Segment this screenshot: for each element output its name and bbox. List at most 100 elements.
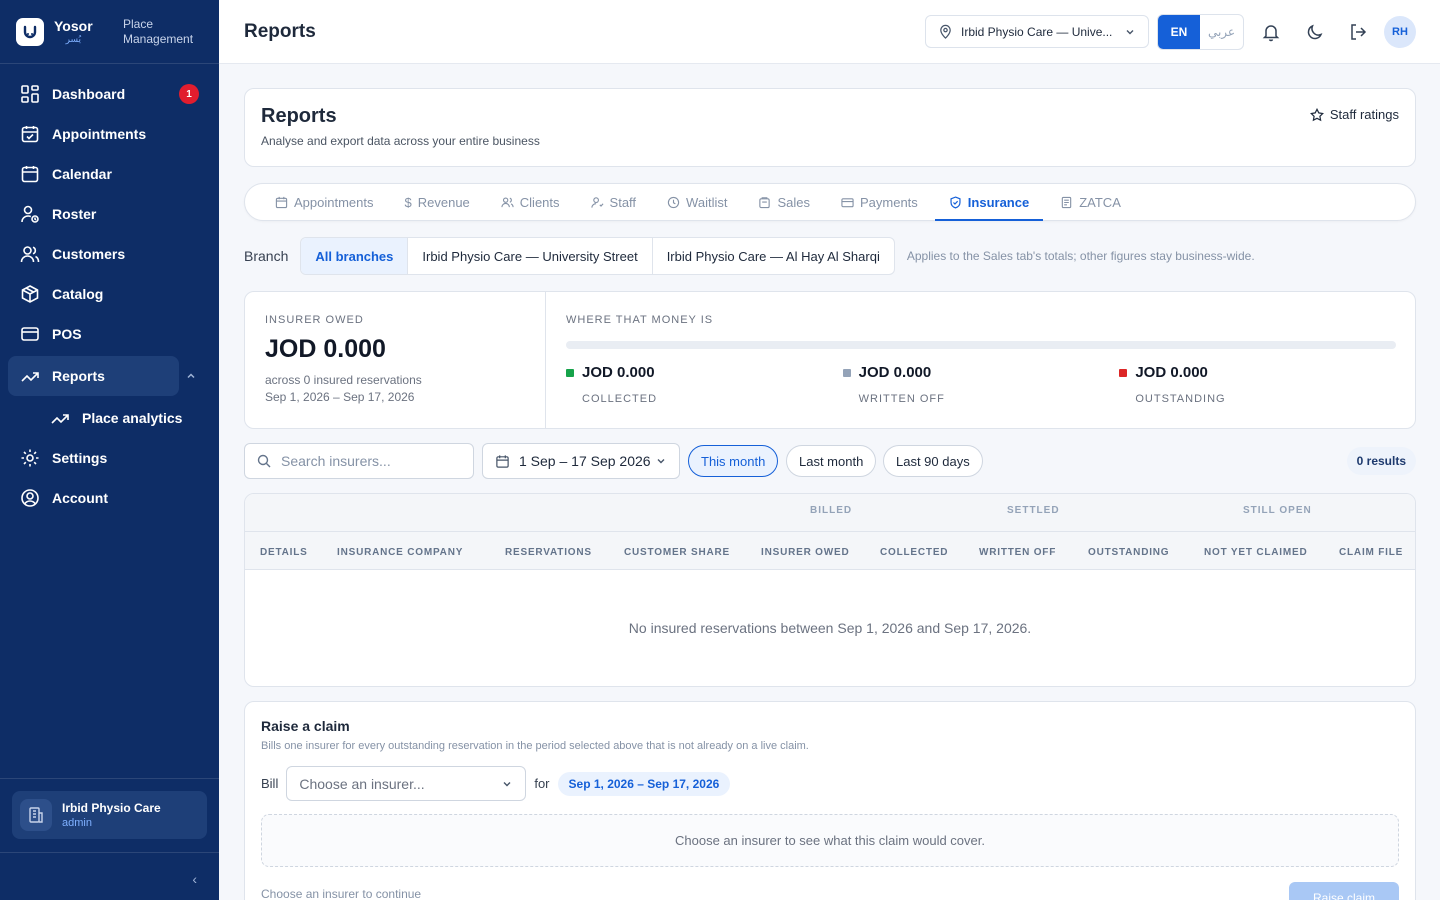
tab-zatca[interactable]: ZATCA xyxy=(1060,184,1121,220)
preset-last-month[interactable]: Last month xyxy=(786,445,877,477)
user-clock-icon xyxy=(21,205,39,223)
tab-label: Staff xyxy=(609,194,637,210)
bill-label: Bill xyxy=(261,776,279,791)
sidebar-item-customers[interactable]: Customers xyxy=(0,234,219,274)
preset-this-month[interactable]: This month xyxy=(688,445,779,477)
claim-form-row: Bill Choose an insurer... for Sep 1, 202… xyxy=(261,766,1399,801)
brand-name-ar: يُسر xyxy=(65,34,82,44)
tab-waitlist[interactable]: Waitlist xyxy=(667,184,727,220)
sidebar-item-roster[interactable]: Roster xyxy=(0,194,219,234)
tab-revenue[interactable]: $ Revenue xyxy=(405,184,470,220)
moon-icon[interactable] xyxy=(1305,22,1325,42)
tab-label: Appointments xyxy=(294,194,374,210)
insurer-select[interactable]: Choose an insurer... xyxy=(286,766,527,801)
col-details[interactable]: DETAILS xyxy=(260,547,308,558)
avatar[interactable]: RH xyxy=(1384,16,1416,48)
col-reservations[interactable]: RESERVATIONS xyxy=(505,547,592,558)
sidebar-item-label: Place analytics xyxy=(82,410,183,426)
sidebar-item-settings[interactable]: Settings xyxy=(0,438,219,478)
insurer-owed-value: JOD 0.000 xyxy=(265,335,386,363)
col-collected[interactable]: COLLECTED xyxy=(880,547,948,558)
outstanding-value: JOD 0.000 xyxy=(1135,364,1208,381)
sidebar-item-pos[interactable]: POS xyxy=(0,314,219,354)
sidebar-item-account[interactable]: Account xyxy=(0,478,219,518)
tab-clients[interactable]: Clients xyxy=(501,184,560,220)
report-tabs: Appointments $ Revenue Clients Staff Wai… xyxy=(244,183,1416,221)
tab-insurance[interactable]: Insurance xyxy=(934,184,1044,221)
dollar-icon: $ xyxy=(404,194,412,210)
date-range-label: 1 Sep – 17 Sep 2026 xyxy=(519,453,651,469)
tab-sales[interactable]: Sales xyxy=(758,184,810,220)
user-icon xyxy=(590,196,604,208)
date-range-picker[interactable]: 1 Sep – 17 Sep 2026 xyxy=(482,443,680,479)
sidebar-item-reports[interactable]: Reports xyxy=(8,356,195,396)
reports-header-card: Reports Analyse and export data across y… xyxy=(244,88,1416,167)
sidebar-item-label: Roster xyxy=(52,206,97,222)
chevron-up-icon[interactable] xyxy=(185,370,197,382)
brand-logo-icon xyxy=(16,17,44,46)
sidebar-item-label: Catalog xyxy=(52,286,104,302)
breakdown-legend: JOD 0.000 COLLECTED JOD 0.000 WRITTEN OF… xyxy=(566,364,1396,405)
lang-en-button[interactable]: EN xyxy=(1158,15,1200,49)
col-insurance-company[interactable]: INSURANCE COMPANY xyxy=(337,547,463,558)
tab-label: Revenue xyxy=(417,194,470,210)
clock-icon xyxy=(667,196,680,208)
sidebar-item-label: Appointments xyxy=(52,126,147,142)
branch-option-all[interactable]: All branches xyxy=(301,238,409,274)
staff-ratings-button[interactable]: Staff ratings xyxy=(1309,107,1399,122)
branch-label: Branch xyxy=(244,248,289,264)
user-circle-icon xyxy=(21,489,39,507)
place-switcher[interactable]: Irbid Physio Care admin xyxy=(12,791,207,839)
location-select[interactable]: Irbid Physio Care — Unive... xyxy=(925,15,1149,48)
col-not-yet-claimed[interactable]: NOT YET CLAIMED xyxy=(1204,547,1307,558)
branch-option-al-hay-al-sharqi[interactable]: Irbid Physio Care — Al Hay Al Sharqi xyxy=(653,238,894,274)
tab-staff[interactable]: Staff xyxy=(590,184,637,220)
group-still-open: STILL OPEN xyxy=(1243,505,1312,516)
sidebar-item-place-analytics[interactable]: Place analytics xyxy=(0,398,219,438)
calendar-icon xyxy=(496,454,509,468)
search-input[interactable] xyxy=(281,453,451,469)
building-icon xyxy=(20,799,52,831)
users-icon xyxy=(20,246,40,263)
table-group-header: BILLED SETTLED STILL OPEN xyxy=(245,494,1415,532)
sidebar-item-catalog[interactable]: Catalog xyxy=(0,274,219,314)
preset-last-90-days[interactable]: Last 90 days xyxy=(883,445,983,477)
bell-icon[interactable] xyxy=(1261,22,1281,42)
branch-filter: Branch All branches Irbid Physio Care — … xyxy=(244,237,1255,275)
sidebar-item-label: Dashboard xyxy=(52,86,126,102)
written-off-stat: JOD 0.000 WRITTEN OFF xyxy=(842,364,1120,405)
card-icon xyxy=(841,197,854,207)
brand-name: Yosor xyxy=(54,18,93,34)
place-role: admin xyxy=(62,817,92,829)
reports-title: Reports xyxy=(261,105,337,127)
tab-payments[interactable]: Payments xyxy=(841,184,918,220)
sidebar-item-calendar[interactable]: Calendar xyxy=(0,154,219,194)
collected-stat: JOD 0.000 COLLECTED xyxy=(566,364,843,405)
col-insurer-owed[interactable]: INSURER OWED xyxy=(761,547,850,558)
raise-claim-button[interactable]: Raise claim xyxy=(1289,882,1399,900)
branch-note: Applies to the Sales tab's totals; other… xyxy=(906,249,1255,263)
insurer-owed-panel: INSURER OWED JOD 0.000 across 0 insured … xyxy=(245,292,546,428)
tab-appointments[interactable]: Appointments xyxy=(275,184,374,220)
sidebar-item-label: Customers xyxy=(52,246,126,262)
sidebar-item-dashboard[interactable]: Dashboard 1 xyxy=(0,74,219,114)
col-written-off[interactable]: WRITTEN OFF xyxy=(979,547,1056,558)
insurer-select-placeholder: Choose an insurer... xyxy=(299,775,425,792)
col-outstanding[interactable]: OUTSTANDING xyxy=(1088,547,1169,558)
location-label: Irbid Physio Care — Unive... xyxy=(961,24,1113,39)
sidebar-item-label: Reports xyxy=(52,368,105,384)
written-off-label: WRITTEN OFF xyxy=(858,393,945,405)
insurer-owed-label: INSURER OWED xyxy=(265,314,364,326)
branch-option-university-street[interactable]: Irbid Physio Care — University Street xyxy=(408,238,653,274)
breakdown-bar xyxy=(566,341,1396,349)
col-customer-share[interactable]: CUSTOMER SHARE xyxy=(624,547,730,558)
reports-subtitle: Analyse and export data across your enti… xyxy=(261,134,540,148)
table-empty-message: No insured reservations between Sep 1, 2… xyxy=(628,620,1032,636)
col-claim-file[interactable]: CLAIM FILE xyxy=(1339,547,1403,558)
logout-icon[interactable] xyxy=(1348,22,1368,42)
collapse-sidebar-icon[interactable]: ‹ xyxy=(192,871,197,887)
sidebar-item-appointments[interactable]: Appointments xyxy=(0,114,219,154)
bag-icon xyxy=(759,196,771,208)
insurance-summary-card: INSURER OWED JOD 0.000 across 0 insured … xyxy=(244,291,1416,429)
lang-ar-button[interactable]: عربي xyxy=(1200,15,1243,49)
